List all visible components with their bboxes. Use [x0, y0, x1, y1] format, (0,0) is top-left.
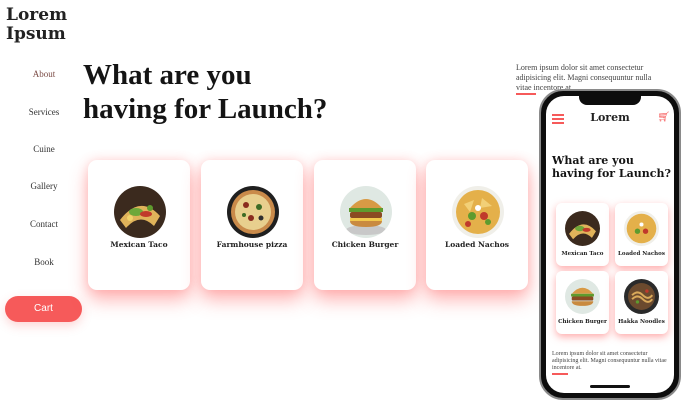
brand-logo-line1: Lorem	[6, 5, 68, 25]
phone-notch	[579, 96, 641, 105]
phone-mockup: Lorem 🛒︎ What are you having for Launch?…	[539, 89, 681, 400]
mobile-logo[interactable]: Lorem	[546, 111, 674, 124]
pizza-image	[227, 186, 279, 238]
mobile-page-title-line1: What are you	[552, 154, 634, 167]
mobile-food-card-hakka-noodles[interactable]: Hakka Noodles	[615, 271, 668, 334]
mobile-page-title-line2: having for Launch?	[552, 167, 671, 180]
nachos-image	[624, 211, 659, 246]
mobile-food-card-label: Loaded Nachos	[618, 251, 665, 257]
food-card-label: Farmhouse pizza	[216, 240, 288, 249]
mobile-food-card-chicken-burger[interactable]: Chicken Burger	[556, 271, 609, 334]
taco-image	[565, 211, 600, 246]
mobile-food-card-label: Hakka Noodles	[618, 319, 665, 325]
nav-item-services[interactable]: Services	[0, 107, 88, 117]
nav-item-contact[interactable]: Contact	[0, 219, 88, 229]
mobile-underline-accent	[552, 373, 568, 375]
food-card-chicken-burger[interactable]: Chicken Burger	[314, 160, 416, 290]
nav-item-gallery[interactable]: Gallery	[0, 181, 88, 191]
cart-button[interactable]: Cart	[5, 296, 82, 322]
mobile-food-card-loaded-nachos[interactable]: Loaded Nachos	[615, 203, 668, 266]
food-card-label: Chicken Burger	[331, 240, 399, 249]
mobile-food-card-label: Chicken Burger	[558, 319, 607, 325]
burger-image	[565, 279, 600, 314]
food-card-mexican-taco[interactable]: Mexican Taco	[88, 160, 190, 290]
brand-logo[interactable]: Lorem Ipsum	[6, 6, 67, 44]
cart-icon[interactable]: 🛒︎	[657, 112, 670, 123]
nav-item-book[interactable]: Book	[0, 257, 88, 267]
burger-image	[340, 186, 392, 238]
page-title: What are you having for Launch?	[83, 58, 383, 126]
brand-logo-line2: Ipsum	[6, 24, 66, 44]
phone-screen: Lorem 🛒︎ What are you having for Launch?…	[546, 96, 674, 393]
side-underline-accent	[516, 93, 536, 95]
food-card-label: Mexican Taco	[110, 240, 168, 249]
mobile-food-card-mexican-taco[interactable]: Mexican Taco	[556, 203, 609, 266]
mobile-description: Lorem ipsum dolor sit amet consectetur a…	[552, 351, 667, 371]
page-title-line2: having for Launch?	[83, 93, 328, 125]
taco-image	[114, 186, 166, 238]
nav-item-cuine[interactable]: Cuine	[0, 144, 88, 154]
mobile-food-card-label: Mexican Taco	[561, 251, 604, 257]
food-card-farmhouse-pizza[interactable]: Farmhouse pizza	[201, 160, 303, 290]
food-card-loaded-nachos[interactable]: Loaded Nachos	[426, 160, 528, 290]
mobile-page-title: What are you having for Launch?	[552, 154, 672, 180]
noodles-image	[624, 279, 659, 314]
nachos-image	[452, 186, 504, 238]
page-title-line1: What are you	[83, 59, 252, 91]
home-indicator	[590, 385, 630, 388]
nav-item-about[interactable]: About	[0, 69, 88, 79]
food-card-label: Loaded Nachos	[445, 240, 509, 249]
